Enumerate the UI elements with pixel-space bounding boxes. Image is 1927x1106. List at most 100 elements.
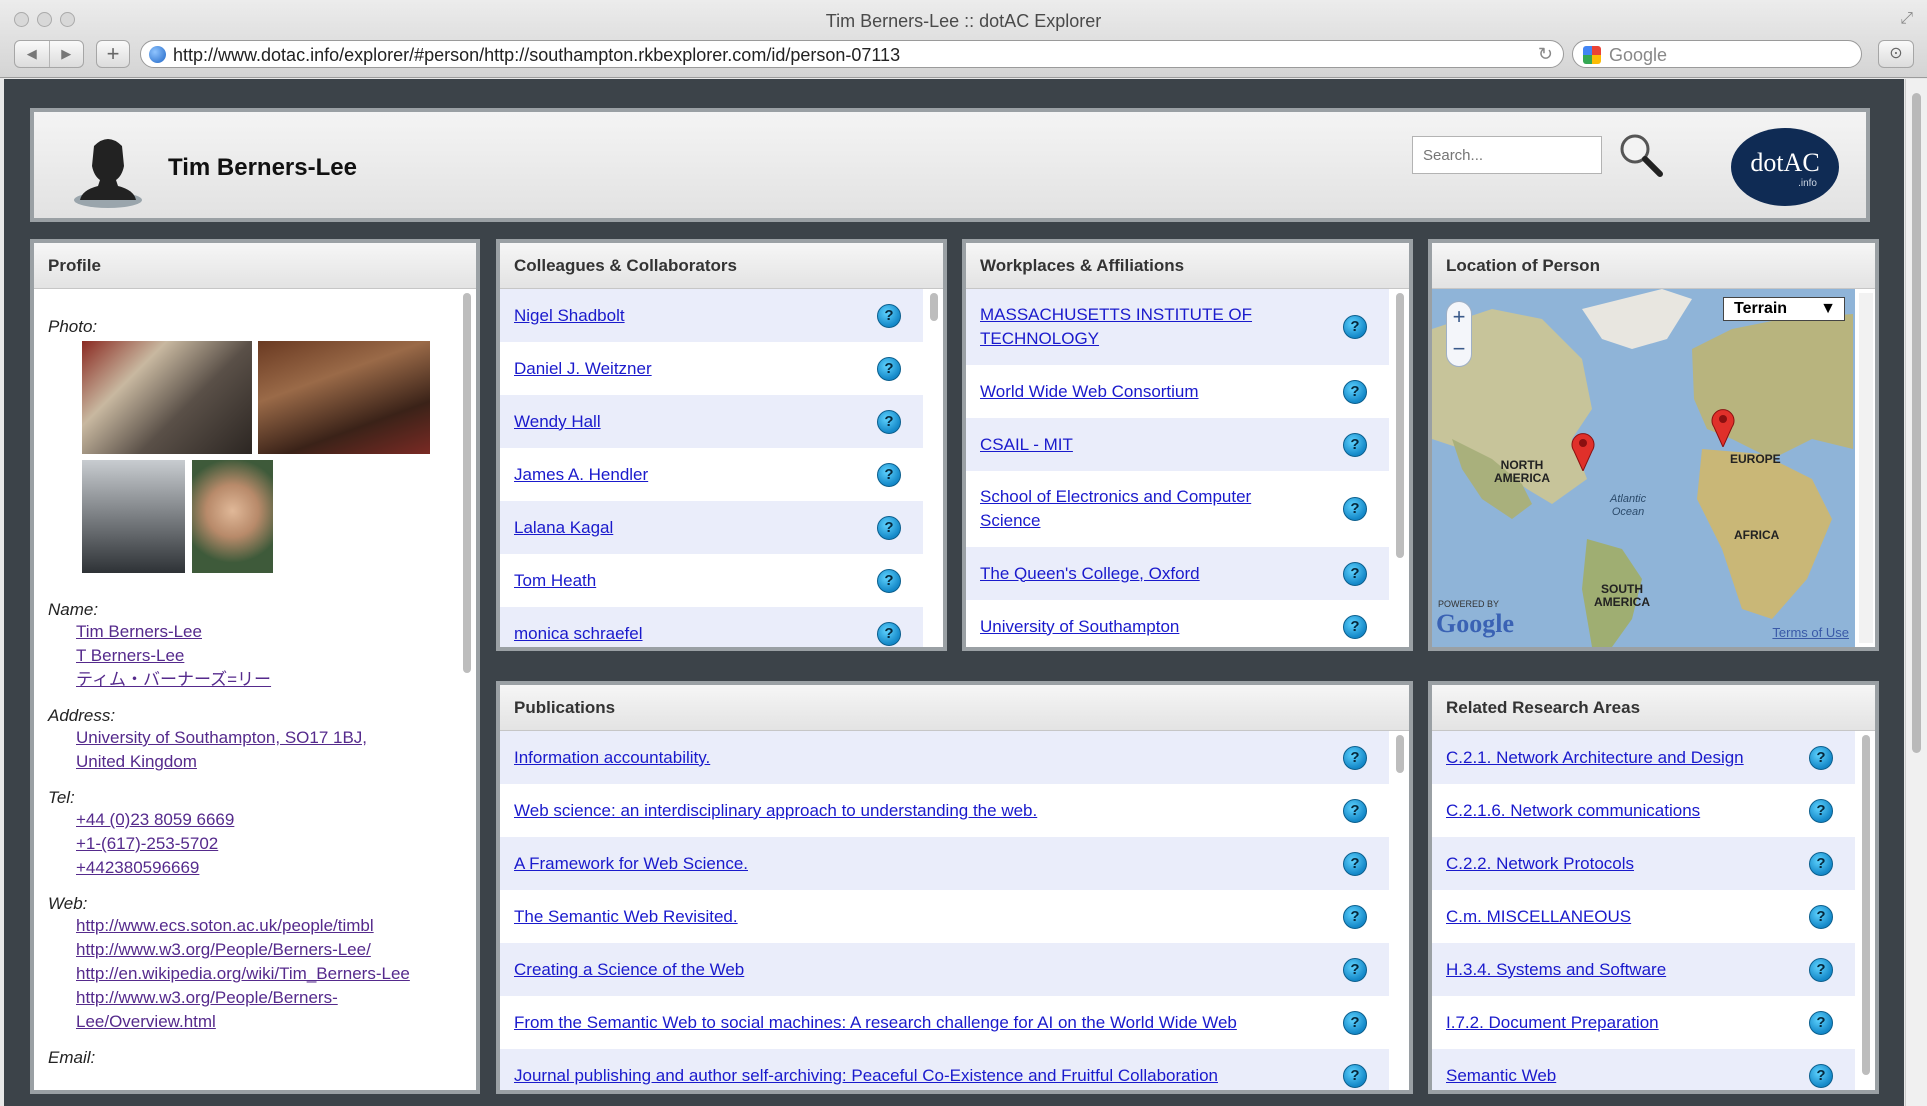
info-icon[interactable]: ?: [1343, 745, 1367, 770]
browser-search-field[interactable]: Google: [1572, 40, 1862, 68]
map-marker-icon[interactable]: [1710, 407, 1736, 447]
research-scrollbar[interactable]: [1859, 735, 1873, 1086]
publication-link[interactable]: From the Semantic Web to social machines…: [514, 1013, 1237, 1033]
info-icon[interactable]: ?: [877, 515, 901, 540]
address-link[interactable]: University of Southampton, SO17 1BJ,: [76, 726, 462, 750]
colleague-link[interactable]: monica schraefel: [514, 624, 643, 644]
workplaces-scrollbar-thumb[interactable]: [1396, 293, 1404, 558]
info-icon[interactable]: ?: [877, 303, 901, 328]
colleague-link[interactable]: James A. Hendler: [514, 465, 648, 485]
info-icon[interactable]: ?: [1343, 798, 1367, 823]
web-link[interactable]: http://en.wikipedia.org/wiki/Tim_Berners…: [76, 962, 462, 986]
publications-scrollbar-thumb[interactable]: [1396, 735, 1404, 773]
info-icon[interactable]: ?: [1343, 315, 1367, 339]
research-link[interactable]: I.7.2. Document Preparation: [1446, 1013, 1659, 1033]
page-scrollbar[interactable]: [1905, 79, 1927, 1106]
web-link[interactable]: http://www.w3.org/People/Berners-Lee/: [76, 938, 462, 962]
photo-thumbnail[interactable]: [82, 460, 185, 573]
back-button[interactable]: ◀: [15, 41, 50, 67]
site-search-input[interactable]: [1412, 136, 1602, 174]
tel-link[interactable]: +1-(617)-253-5702: [76, 832, 462, 856]
info-icon[interactable]: ?: [1809, 1063, 1833, 1088]
photo-thumbnail[interactable]: [258, 341, 430, 454]
research-link[interactable]: C.2.1.6. Network communications: [1446, 801, 1700, 821]
info-icon[interactable]: ?: [1809, 798, 1833, 823]
workplace-link[interactable]: School of Electronics and Computer Scienc…: [980, 485, 1251, 533]
info-icon[interactable]: ?: [877, 409, 901, 434]
info-icon[interactable]: ?: [1809, 745, 1833, 770]
address-link[interactable]: United Kingdom: [76, 750, 462, 774]
publication-link[interactable]: Journal publishing and author self-archi…: [514, 1066, 1218, 1086]
info-icon[interactable]: ?: [877, 568, 901, 593]
map-marker-icon[interactable]: [1570, 431, 1596, 471]
photo-thumbnail[interactable]: [192, 460, 273, 573]
info-icon[interactable]: ?: [1343, 614, 1367, 639]
reload-icon[interactable]: ↻: [1538, 44, 1553, 65]
colleague-link[interactable]: Nigel Shadbolt: [514, 306, 625, 326]
colleague-link[interactable]: Wendy Hall: [514, 412, 601, 432]
workplace-link[interactable]: MASSACHUSETTS INSTITUTE OF TECHNOLOGY: [980, 303, 1252, 351]
research-link[interactable]: H.3.4. Systems and Software: [1446, 960, 1666, 980]
map-view[interactable]: + − Terrain ▼ NORTH AMERICA EUROPE Atlant…: [1432, 289, 1855, 647]
info-icon[interactable]: ?: [1809, 957, 1833, 982]
info-icon[interactable]: ?: [1343, 1010, 1367, 1035]
publication-link[interactable]: Creating a Science of the Web: [514, 960, 744, 980]
workplace-link[interactable]: The Queen's College, Oxford: [980, 564, 1200, 584]
magnifier-icon[interactable]: [1616, 130, 1666, 180]
location-scrollbar[interactable]: [1859, 293, 1873, 643]
info-icon[interactable]: ?: [1809, 1010, 1833, 1035]
name-link[interactable]: Tim Berners-Lee: [76, 620, 462, 644]
workplace-link[interactable]: University of Southampton: [980, 617, 1179, 637]
photo-thumbnail[interactable]: [82, 341, 252, 454]
terms-link[interactable]: Terms of Use: [1772, 625, 1849, 640]
google-logo[interactable]: Google: [1436, 609, 1514, 639]
publication-link[interactable]: A Framework for Web Science.: [514, 854, 748, 874]
tel-link[interactable]: +44 (0)23 8059 6669: [76, 808, 462, 832]
info-icon[interactable]: ?: [877, 621, 901, 646]
colleague-link[interactable]: Lalana Kagal: [514, 518, 613, 538]
tel-link[interactable]: +442380596669: [76, 856, 462, 880]
info-icon[interactable]: ?: [1809, 851, 1833, 876]
info-icon[interactable]: ?: [1809, 904, 1833, 929]
forward-button[interactable]: ▶: [50, 41, 84, 67]
profile-scrollbar-thumb[interactable]: [463, 293, 471, 673]
dotac-logo[interactable]: dotAC .info: [1731, 128, 1839, 206]
publications-scrollbar[interactable]: [1393, 735, 1407, 1086]
web-link[interactable]: Lee/Overview.html: [76, 1010, 462, 1034]
zoom-in-button[interactable]: +: [1447, 302, 1471, 334]
colleagues-scrollbar[interactable]: [927, 293, 941, 643]
publication-link[interactable]: Web science: an interdisciplinary approa…: [514, 801, 1037, 821]
research-link[interactable]: Semantic Web: [1446, 1066, 1556, 1086]
research-scrollbar-thumb[interactable]: [1862, 735, 1870, 1075]
publication-link[interactable]: The Semantic Web Revisited.: [514, 907, 738, 927]
downloads-button[interactable]: ⊙: [1878, 40, 1914, 68]
workplaces-scrollbar[interactable]: [1393, 293, 1407, 643]
research-link[interactable]: C.2.1. Network Architecture and Design: [1446, 748, 1744, 768]
info-icon[interactable]: ?: [877, 462, 901, 487]
web-link[interactable]: http://www.w3.org/People/Berners-: [76, 986, 462, 1010]
workplace-link[interactable]: CSAIL - MIT: [980, 435, 1073, 455]
zoom-out-button[interactable]: −: [1447, 334, 1471, 366]
map-type-select[interactable]: Terrain ▼: [1723, 297, 1845, 321]
colleague-link[interactable]: Daniel J. Weitzner: [514, 359, 652, 379]
page-scrollbar-thumb[interactable]: [1912, 93, 1921, 753]
colleagues-scrollbar-thumb[interactable]: [930, 293, 938, 321]
workplace-link[interactable]: World Wide Web Consortium: [980, 382, 1199, 402]
fullscreen-icon[interactable]: ⤢: [1900, 10, 1913, 28]
info-icon[interactable]: ?: [1343, 904, 1367, 929]
profile-scrollbar[interactable]: [460, 293, 474, 1086]
info-icon[interactable]: ?: [1343, 561, 1367, 586]
info-icon[interactable]: ?: [1343, 851, 1367, 876]
address-bar[interactable]: http://www.dotac.info/explorer/#person/h…: [140, 40, 1564, 68]
publication-link[interactable]: Information accountability.: [514, 748, 710, 768]
name-link[interactable]: T Berners-Lee: [76, 644, 462, 668]
name-link[interactable]: ティム・バーナーズ=リー: [76, 668, 462, 692]
web-link[interactable]: http://www.ecs.soton.ac.uk/people/timbl: [76, 914, 462, 938]
research-link[interactable]: C.m. MISCELLANEOUS: [1446, 907, 1631, 927]
colleague-link[interactable]: Tom Heath: [514, 571, 596, 591]
info-icon[interactable]: ?: [1343, 432, 1367, 457]
info-icon[interactable]: ?: [1343, 379, 1367, 404]
info-icon[interactable]: ?: [1343, 1063, 1367, 1088]
info-icon[interactable]: ?: [1343, 957, 1367, 982]
research-link[interactable]: C.2.2. Network Protocols: [1446, 854, 1634, 874]
